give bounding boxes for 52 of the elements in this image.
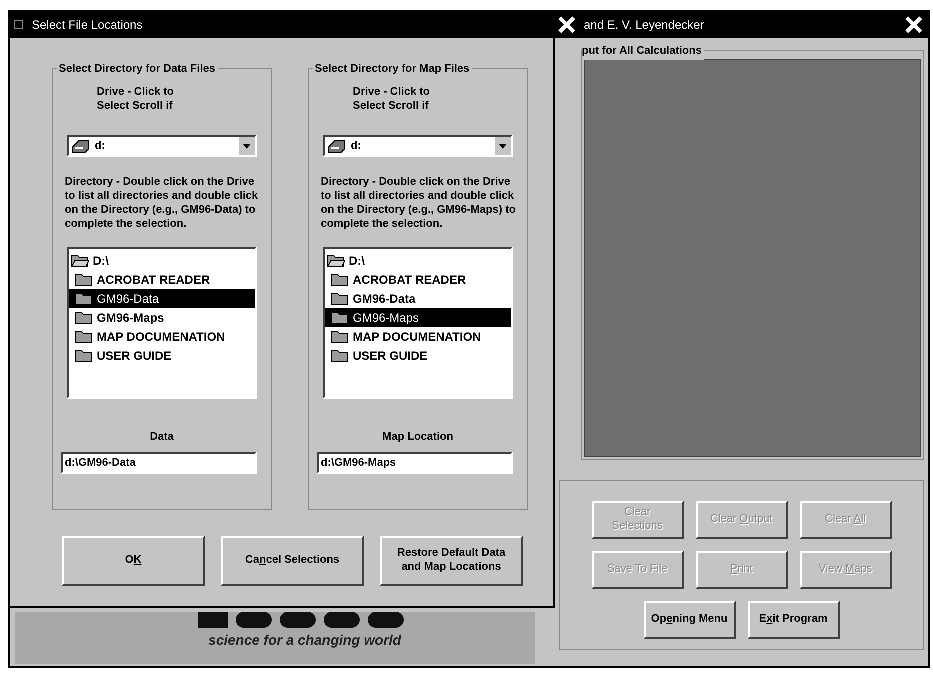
drive-dropdown[interactable]: d: — [67, 135, 257, 157]
push-button[interactable]: Opening Menu — [644, 601, 736, 639]
directory-item[interactable]: ACROBAT READER — [69, 270, 255, 289]
instructions-text: Directory - Double click on the Drive to list all directories and double click on the Directory (e.g., GM96-Data) to complete the selection. — [65, 175, 260, 231]
folder-icon — [75, 348, 93, 363]
push-button[interactable]: Cancel Selections — [221, 536, 364, 586]
drive-icon — [71, 138, 91, 154]
folder-icon — [75, 310, 93, 325]
directory-item[interactable]: D:\ — [325, 251, 511, 270]
close-icon[interactable] — [556, 14, 578, 36]
open-folder-icon — [71, 253, 89, 268]
path-label: Data — [149, 430, 175, 445]
window-title: Select File Locations — [32, 17, 143, 34]
drive-label: Drive - Click to Select Scroll if — [353, 85, 432, 113]
folder-icon — [75, 329, 93, 344]
logo-tagline: science for a changing world — [208, 631, 402, 650]
folder-icon — [331, 329, 349, 344]
folder-icon — [331, 291, 349, 306]
open-folder-icon — [327, 253, 345, 268]
group-title: Select Directory for Data Files — [57, 61, 218, 78]
directory-item[interactable]: D:\ — [69, 251, 255, 270]
push-button[interactable]: Restore Default Data and Map Locations — [380, 536, 523, 586]
folder-icon — [331, 348, 349, 363]
directory-item[interactable]: MAP DOCUMENATION — [69, 327, 255, 346]
folder-icon — [331, 272, 349, 287]
instructions-text: Directory - Double click on the Drive to list all directories and double click on the Directory (e.g., GM96-Maps) to complete the selection. — [321, 175, 517, 231]
push-button[interactable]: Exit Program — [748, 601, 840, 639]
close-icon[interactable] — [904, 15, 924, 35]
window-title: and E. V. Leyendecker — [584, 17, 706, 34]
directory-list[interactable]: D:\ ACROBAT READER GM96-Data GM96-Maps MAP DOCUMENATION USER GUIDE — [67, 247, 257, 399]
drive-icon — [327, 138, 347, 154]
directory-item[interactable]: GM96-Maps — [69, 308, 255, 327]
directory-item[interactable]: GM96-Data — [69, 289, 255, 308]
directory-item[interactable]: MAP DOCUMENATION — [325, 327, 511, 346]
drive-dropdown[interactable]: d: — [323, 135, 513, 157]
window-icon — [14, 20, 24, 30]
drive-label: Drive - Click to Select Scroll if — [97, 85, 176, 113]
directory-list[interactable]: D:\ ACROBAT READER GM96-Data GM96-Maps MAP DOCUMENATION USER GUIDE — [323, 247, 513, 399]
directory-item[interactable]: GM96-Data — [325, 289, 511, 308]
directory-item[interactable]: ACROBAT READER — [325, 270, 511, 289]
path-label: Map Location — [382, 430, 454, 445]
directory-item[interactable]: USER GUIDE — [325, 346, 511, 365]
drive-value: d: — [95, 138, 106, 154]
group-title: put for All Calculations — [582, 43, 704, 60]
group-title: Select Directory for Map Files — [313, 61, 472, 78]
drive-value: d: — [351, 138, 362, 154]
push-button[interactable]: OK — [62, 536, 205, 586]
directory-item[interactable]: GM96-Maps — [325, 308, 511, 327]
path-field[interactable]: d:\GM96-Data — [61, 452, 257, 474]
path-field[interactable]: d:\GM96-Maps — [317, 452, 513, 474]
folder-icon — [75, 272, 93, 287]
directory-item[interactable]: USER GUIDE — [69, 346, 255, 365]
